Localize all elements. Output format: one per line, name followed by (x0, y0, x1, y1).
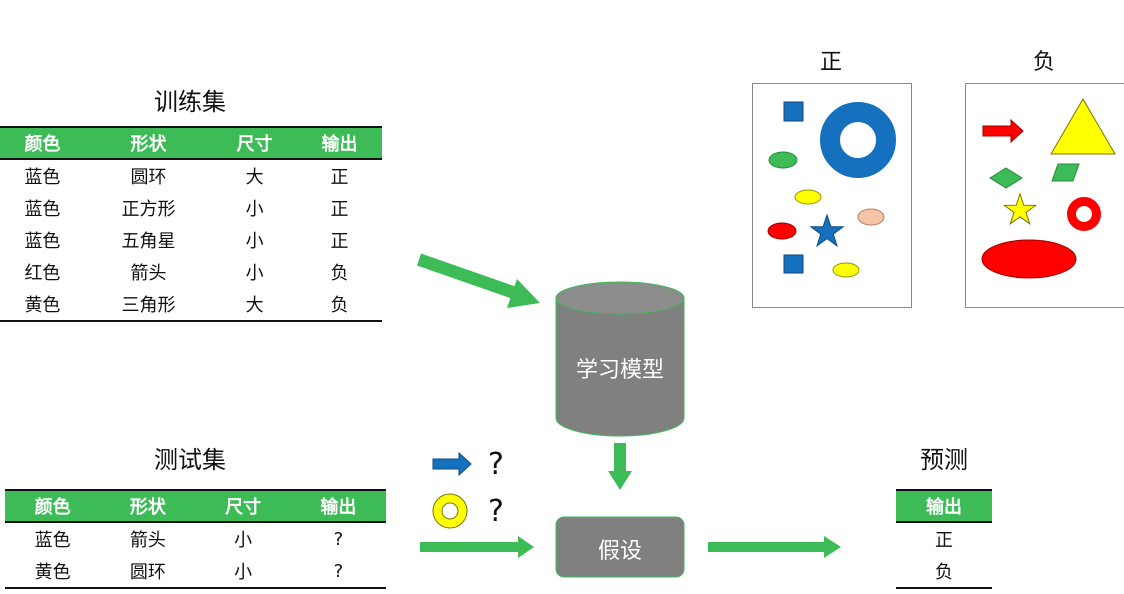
training-to-model-arrow (417, 253, 540, 308)
blue-star-shape (809, 213, 845, 248)
diagram-graphics (417, 98, 1116, 578)
yellow-ring-query-shape (433, 494, 467, 528)
yellow-ellipse-shape (794, 189, 822, 205)
red-ring-shape (1067, 197, 1101, 231)
query-mark-1: ? (488, 447, 504, 482)
red-ellipse-shape (767, 222, 797, 240)
peach-ellipse-shape (857, 208, 885, 226)
query-mark-2: ? (488, 494, 504, 529)
yellow-ring-inner-outline (441, 502, 459, 520)
red-arrow-shape (982, 118, 1024, 144)
green-parallelogram-shape (1051, 163, 1080, 182)
blue-ring-shape (820, 102, 896, 178)
blue-arrow-query-shape (432, 451, 472, 477)
positive-shapes (767, 101, 896, 278)
blue-square-shape (783, 101, 804, 122)
negative-shapes (981, 98, 1116, 279)
yellow-star-shape (1002, 192, 1038, 226)
hypothesis-to-prediction-arrow (708, 536, 841, 558)
model-to-hypothesis-arrow (608, 443, 632, 490)
model-label: 学习模型 (575, 358, 664, 383)
yellow-triangle-shape (1050, 98, 1116, 155)
blue-square-shape (783, 254, 804, 274)
red-ellipse-shape (981, 239, 1077, 279)
yellow-ellipse-shape (832, 262, 860, 278)
green-diamond-shape (989, 167, 1023, 189)
hypothesis-label: 假设 (597, 539, 642, 564)
green-ellipse-shape (768, 151, 798, 169)
test-to-hypothesis-arrow (420, 536, 534, 558)
